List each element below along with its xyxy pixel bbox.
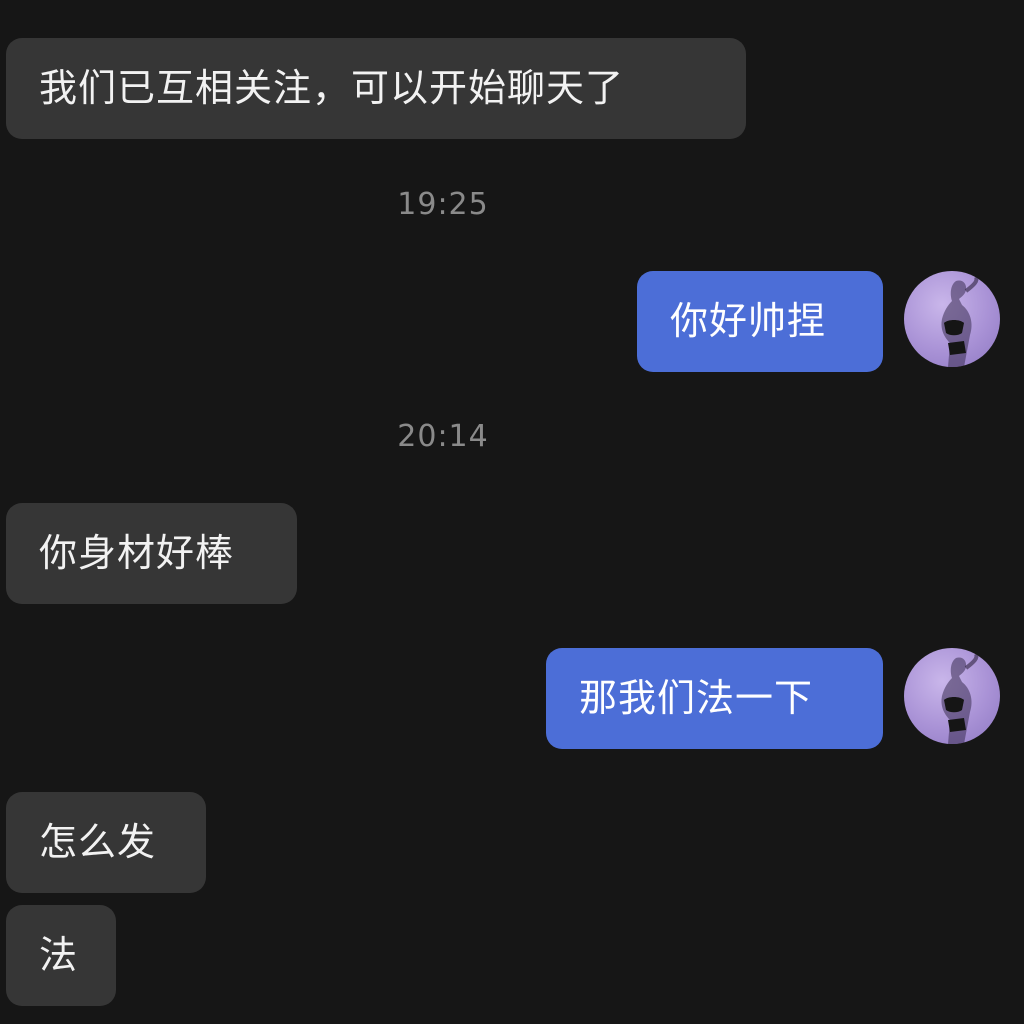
- message-incoming[interactable]: 怎么发: [6, 792, 206, 893]
- chat-thread[interactable]: 我们已互相关注，可以开始聊天了 19:25 你好帅捏 20:14 你身材好棒 那…: [0, 0, 1024, 1024]
- message-outgoing[interactable]: 你好帅捏: [637, 271, 883, 372]
- message-incoming[interactable]: 你身材好棒: [6, 503, 297, 604]
- message-outgoing[interactable]: 那我们法一下: [546, 648, 883, 749]
- message-incoming[interactable]: 我们已互相关注，可以开始聊天了: [6, 38, 746, 139]
- message-timestamp: 20:14: [397, 419, 489, 454]
- message-incoming[interactable]: 法: [6, 905, 116, 1006]
- user-avatar-icon[interactable]: [904, 648, 1000, 744]
- user-avatar-icon[interactable]: [904, 271, 1000, 367]
- message-timestamp: 19:25: [397, 187, 489, 222]
